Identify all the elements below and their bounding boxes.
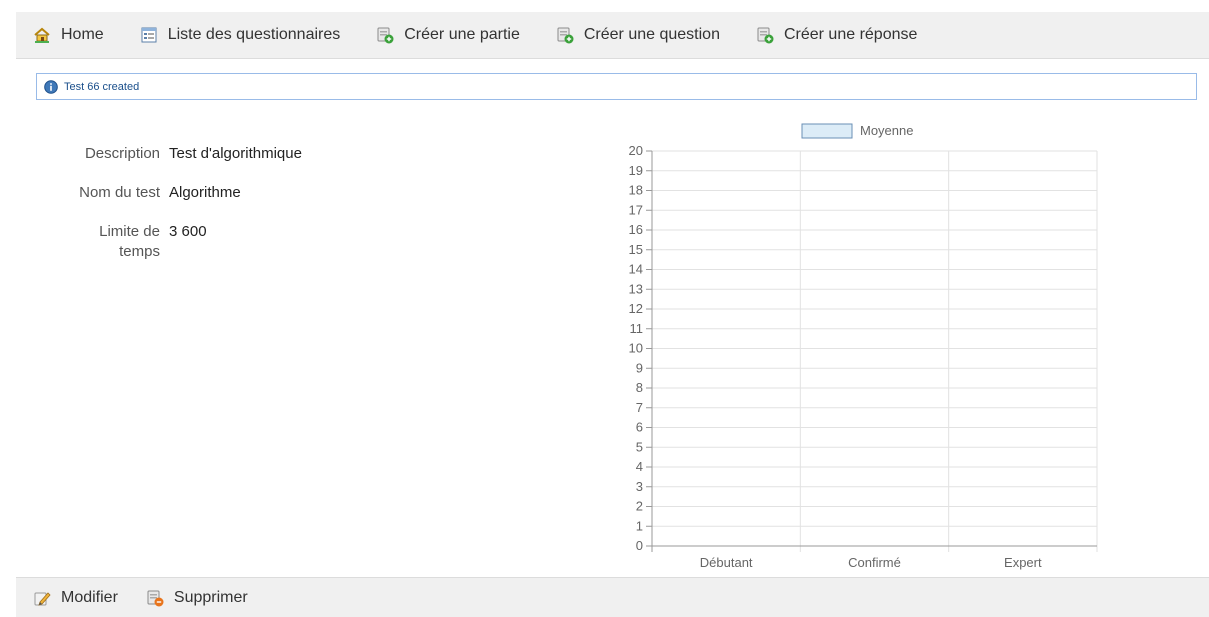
y-tick-label-16: 16: [629, 222, 643, 237]
delete-button-label: Supprimer: [173, 588, 248, 606]
y-tick-label-11: 11: [630, 321, 644, 336]
chart-svg: 01234567891011121314151617181920Débutant…: [629, 123, 1098, 570]
legend-label: Moyenne: [860, 123, 913, 138]
y-tick-label-2: 2: [636, 499, 643, 514]
bottom-toolbar: Modifier Supprimer: [16, 577, 1209, 617]
nav-create-part[interactable]: Créer une partie: [376, 26, 520, 44]
y-tick-label-1: 1: [636, 518, 643, 533]
nav-create-question[interactable]: Créer une question: [556, 26, 720, 44]
y-tick-label-13: 13: [629, 281, 643, 296]
y-tick-label-6: 6: [636, 420, 643, 435]
nav-home-label: Home: [61, 26, 104, 43]
y-tick-label-9: 9: [636, 360, 643, 375]
y-tick-label-14: 14: [629, 262, 643, 277]
description-value: Test d'algorithmique: [169, 145, 302, 162]
name-label: Nom du test: [79, 184, 160, 201]
y-tick-label-18: 18: [629, 183, 643, 198]
y-tick-label-15: 15: [629, 242, 643, 257]
x-tick-label-2: Expert: [1004, 555, 1042, 570]
y-tick-label-4: 4: [636, 459, 643, 474]
nav-create-question-label: Créer une question: [583, 26, 720, 43]
y-tick-label-10: 10: [629, 341, 643, 356]
detail-description: Description Test d'algorithmique: [0, 144, 500, 164]
nav-questionnaires-label: Liste des questionnaires: [167, 26, 341, 43]
nav-create-part-label: Créer une partie: [404, 26, 520, 43]
y-tick-label-0: 0: [636, 538, 643, 553]
nav-create-answer[interactable]: Créer une réponse: [756, 26, 917, 44]
pencil-icon: [33, 589, 51, 607]
edit-button[interactable]: Modifier: [33, 589, 118, 607]
top-navbar: Home Liste des questionnaires Créer une …: [16, 12, 1209, 59]
add-document-icon: [556, 26, 574, 44]
flash-message-text: Test 66 created: [64, 80, 140, 93]
average-chart: 0 1 2 3 4 5 6 7 8 9 10 11 12 13 14 15 16 17 18 19 20 Débutant…: [600, 115, 1120, 575]
y-tick-label-5: 5: [636, 439, 643, 454]
x-tick-label-1: Confirmé: [848, 555, 901, 570]
nav-create-answer-label: Créer une réponse: [783, 26, 918, 43]
x-tick-label-0: Débutant: [700, 555, 753, 570]
y-tick-label-20: 20: [629, 143, 643, 158]
add-document-icon: [376, 26, 394, 44]
y-tick-label-3: 3: [636, 479, 643, 494]
home-icon: [33, 26, 51, 44]
test-details: Description Test d'algorithmique Nom du …: [0, 144, 500, 281]
time-limit-label: Limite de temps: [99, 223, 160, 260]
name-value: Algorithme: [169, 184, 241, 201]
y-tick-label-12: 12: [629, 301, 643, 316]
description-label: Description: [84, 145, 160, 162]
flash-message: Test 66 created: [36, 73, 1197, 100]
detail-name: Nom du test Algorithme: [0, 183, 500, 203]
add-document-icon: [756, 26, 774, 44]
delete-button[interactable]: Supprimer: [146, 589, 248, 607]
nav-home[interactable]: Home: [33, 26, 104, 44]
detail-time-limit: Limite de temps 3 600: [0, 222, 500, 262]
list-icon: [140, 26, 158, 44]
delete-document-icon: [146, 589, 164, 607]
legend-swatch: [801, 123, 853, 139]
time-limit-value: 3 600: [169, 223, 207, 240]
y-tick-label-19: 19: [629, 163, 643, 178]
info-icon: [44, 79, 58, 94]
y-tick-label-7: 7: [636, 400, 643, 415]
edit-button-label: Modifier: [61, 588, 118, 606]
y-tick-label-8: 8: [636, 380, 643, 395]
nav-questionnaires[interactable]: Liste des questionnaires: [140, 26, 341, 44]
y-tick-label-17: 17: [629, 202, 643, 217]
